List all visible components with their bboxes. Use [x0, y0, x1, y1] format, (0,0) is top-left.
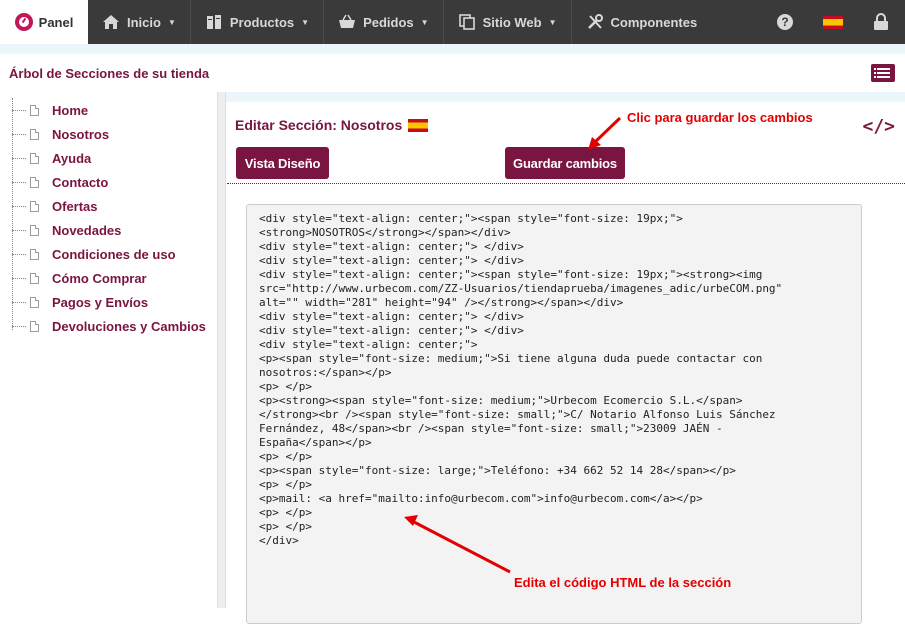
page-icon — [30, 104, 39, 116]
page-title: Árbol de Secciones de su tienda — [9, 65, 210, 81]
tree-item-label: Ayuda — [52, 150, 92, 166]
nav-item-label: Productos — [229, 14, 295, 30]
tree-item-home[interactable]: Home — [12, 98, 206, 122]
tree-item-label: Nosotros — [52, 126, 110, 142]
page-icon — [30, 224, 39, 236]
spain-flag-icon — [823, 15, 843, 29]
page-icon — [30, 152, 39, 164]
tree-item-pagos[interactable]: Pagos y Envíos — [12, 290, 206, 314]
page-icon — [30, 320, 39, 332]
chevron-down-icon: ▼ — [548, 17, 557, 27]
save-button[interactable]: Guardar cambios — [505, 147, 625, 179]
tree-item-label: Cómo Comprar — [52, 270, 147, 286]
html-code-editor[interactable]: <div style="text-align: center;"><span s… — [246, 204, 862, 624]
home-icon — [103, 15, 119, 29]
tree-item-label: Pagos y Envíos — [52, 294, 149, 310]
lock-button[interactable] — [857, 0, 905, 44]
section-editor: Editar Sección: Nosotros </> Vista Diseñ… — [227, 102, 905, 624]
code-view-icon[interactable]: </> — [862, 116, 895, 137]
spain-flag-icon — [408, 118, 429, 132]
nav-right-group: ? — [761, 0, 905, 44]
page-icon — [30, 296, 39, 308]
section-tree-header: Árbol de Secciones de su tienda — [0, 54, 905, 92]
tree-item-como-comprar[interactable]: Cómo Comprar — [12, 266, 206, 290]
tree-item-devoluciones[interactable]: Devoluciones y Cambios — [12, 314, 206, 338]
panel-tab[interactable]: Panel — [0, 0, 88, 44]
tree-item-label: Ofertas — [52, 198, 98, 214]
section-tree: Home Nosotros Ayuda Contacto Ofertas Nov… — [12, 98, 206, 338]
save-hint-annotation: Clic para guardar los cambios — [627, 110, 813, 125]
tools-icon — [587, 14, 603, 29]
tree-item-ayuda[interactable]: Ayuda — [12, 146, 206, 170]
nav-item-label: Sitio Web — [482, 14, 542, 30]
top-navbar: Panel Inicio ▼ Productos ▼ Pedidos ▼ Sit… — [0, 0, 905, 44]
sidebar-scrollbar[interactable] — [218, 92, 226, 608]
tree-item-ofertas[interactable]: Ofertas — [12, 194, 206, 218]
nav-item-componentes[interactable]: Componentes — [572, 0, 712, 44]
dashboard-icon — [14, 13, 33, 31]
nav-item-label: Componentes — [610, 14, 698, 30]
nav-item-sitio-web[interactable]: Sitio Web ▼ — [444, 0, 572, 44]
design-view-button[interactable]: Vista Diseño — [236, 147, 329, 179]
page-icon — [30, 200, 39, 212]
separator-strip — [0, 44, 905, 54]
basket-icon — [339, 14, 356, 28]
edit-hint-annotation: Edita el código HTML de la sección — [514, 575, 732, 590]
language-button[interactable] — [809, 0, 857, 44]
editor-heading: Editar Sección: Nosotros — [235, 117, 429, 133]
tree-item-label: Devoluciones y Cambios — [52, 318, 206, 334]
page-icon — [30, 128, 39, 140]
page-icon — [30, 248, 39, 260]
tree-item-nosotros[interactable]: Nosotros — [12, 122, 206, 146]
section-tree-panel: Home Nosotros Ayuda Contacto Ofertas Nov… — [0, 92, 218, 608]
nav-item-inicio[interactable]: Inicio ▼ — [88, 0, 191, 44]
tree-item-label: Contacto — [52, 174, 109, 190]
tree-item-novedades[interactable]: Novedades — [12, 218, 206, 242]
nav-item-label: Inicio — [127, 14, 161, 30]
tree-item-condiciones[interactable]: Condiciones de uso — [12, 242, 206, 266]
page-icon — [30, 176, 39, 188]
help-icon: ? — [777, 14, 793, 30]
help-button[interactable]: ? — [761, 0, 809, 44]
list-view-icon[interactable] — [871, 64, 895, 82]
copy-icon — [458, 14, 475, 30]
editor-heading-label: Editar Sección: Nosotros — [235, 117, 403, 133]
products-icon — [206, 15, 221, 29]
nav-item-pedidos[interactable]: Pedidos ▼ — [324, 0, 444, 44]
nav-item-productos[interactable]: Productos ▼ — [191, 0, 325, 44]
chevron-down-icon: ▼ — [301, 17, 310, 27]
nav-item-label: Pedidos — [363, 14, 414, 30]
panel-tab-label: Panel — [38, 14, 74, 30]
page-icon — [30, 272, 39, 284]
lock-icon — [874, 13, 888, 30]
tree-item-label: Condiciones de uso — [52, 246, 176, 262]
tree-item-label: Novedades — [52, 222, 122, 238]
tree-item-contacto[interactable]: Contacto — [12, 170, 206, 194]
chevron-down-icon: ▼ — [420, 17, 429, 27]
tree-item-label: Home — [52, 102, 89, 118]
chevron-down-icon: ▼ — [167, 17, 176, 27]
divider — [227, 183, 905, 184]
